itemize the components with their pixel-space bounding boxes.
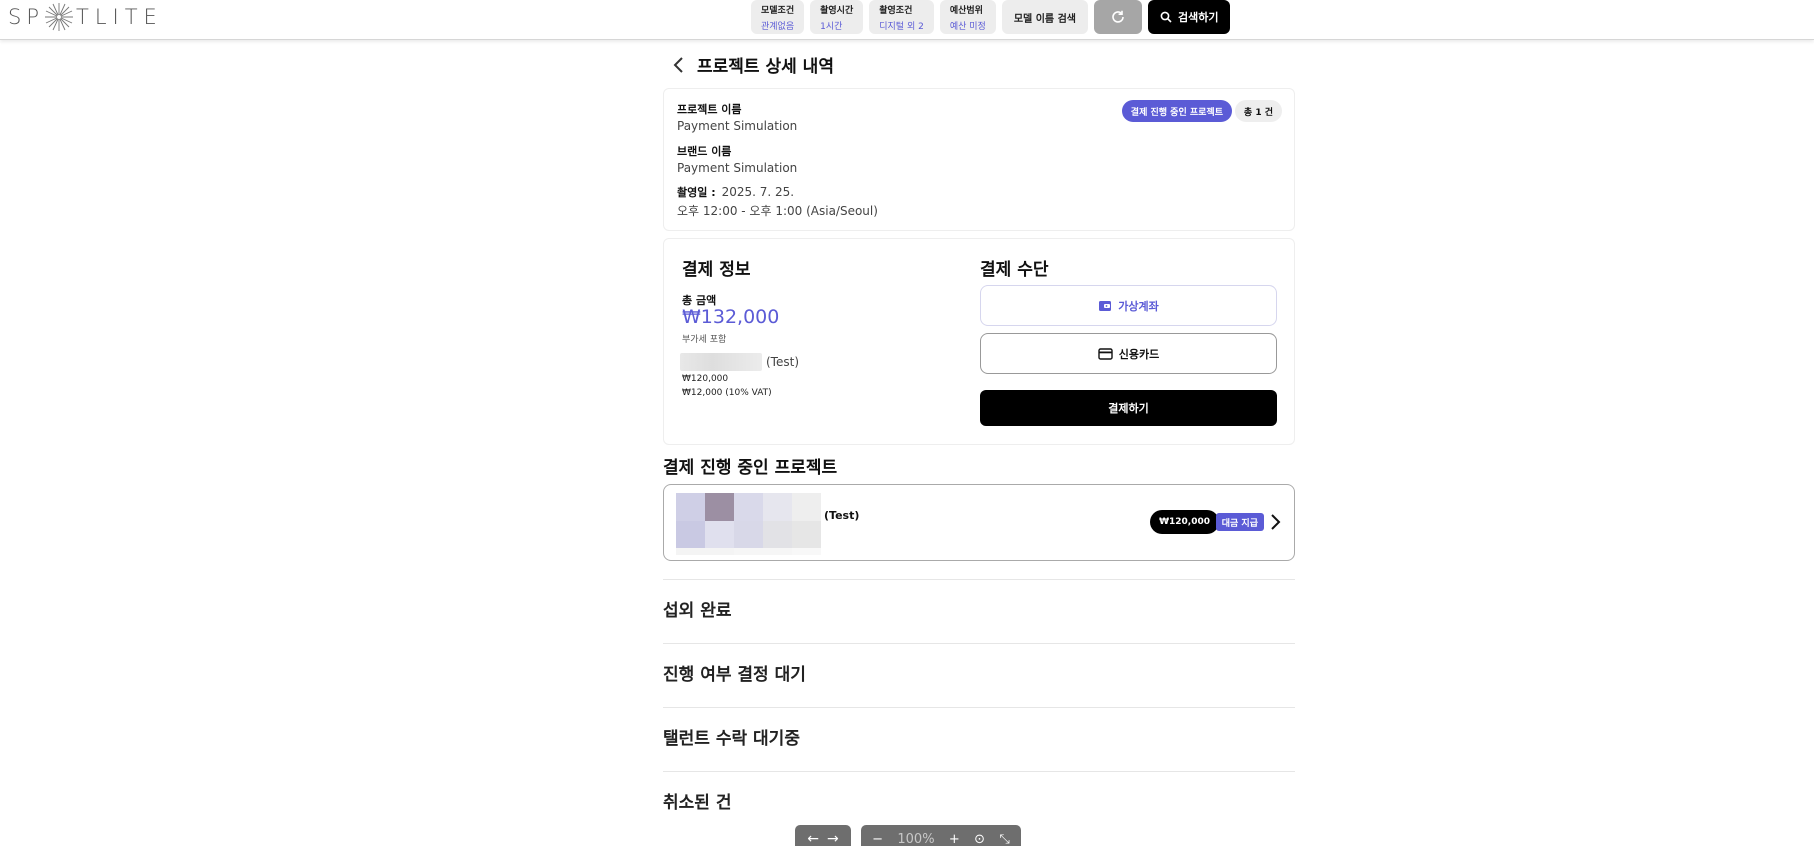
status-badge: 결제 진행 중인 프로젝트 — [1121, 100, 1232, 122]
section-label: 취소된 건 — [663, 793, 732, 813]
zoom-toolbar: − 100% + ⊙ ⤡ — [861, 825, 1021, 846]
brand-name: Payment Simulation — [677, 161, 798, 175]
in-progress-project-card[interactable]: (Test) ₩120,000 대금 지급 — [663, 484, 1295, 561]
search-icon — [1160, 11, 1172, 23]
item-price: ₩120,000 — [682, 374, 729, 384]
project-price-pill: ₩120,000 — [1150, 510, 1219, 534]
filter-value: 관계없음 — [761, 21, 795, 32]
payment-method-title: 결제 수단 — [980, 260, 1049, 280]
filter-value: 예산 미정 — [949, 21, 986, 32]
filter-budget[interactable]: 예산범위 예산 미정 — [939, 0, 996, 34]
shoot-date-row: 촬영일 : 2025. 7. 25. — [677, 184, 794, 200]
starburst-logo-icon — [45, 3, 73, 31]
search-button-label: 검색하기 — [1177, 11, 1219, 24]
vat-included-note: 부가세 포함 — [682, 335, 727, 345]
top-header: SP TLITE 모델조건 관계없음 촬영시간 1시간 촬영조건 디지털 외 2… — [0, 0, 1814, 40]
filter-shoot-time[interactable]: 촬영시간 1시간 — [810, 0, 864, 34]
payment-card: 결제 정보 총 금액 ₩132,000 부가세 포함 (Test) ₩120,0… — [663, 238, 1295, 445]
payment-status-tag: 대금 지급 — [1215, 513, 1264, 531]
filter-title: 촬영시간 — [820, 5, 854, 16]
item-vat: ₩12,000 (10% VAT) — [682, 388, 772, 398]
filter-title: 예산범위 — [949, 5, 983, 16]
filter-model-condition[interactable]: 모델조건 관계없음 — [751, 0, 805, 34]
zoom-level: 100% — [897, 831, 935, 846]
blurred-project-thumbnail — [676, 493, 821, 555]
count-badge: 총 1 건 — [1234, 100, 1282, 122]
total-amount: ₩132,000 — [682, 306, 780, 328]
section-awaiting-decision[interactable]: 진행 여부 결정 대기 — [663, 643, 1295, 707]
shoot-time: 오후 12:00 - 오후 1:00 (Asia/Seoul) — [677, 204, 878, 218]
forward-arrow-icon[interactable]: → — [827, 831, 839, 846]
section-label: 탤런트 수락 대기중 — [663, 729, 800, 749]
item-name-suffix: (Test) — [766, 355, 799, 369]
search-button[interactable]: 검색하기 — [1147, 0, 1231, 34]
history-nav-toolbar: ← → — [795, 825, 851, 846]
filter-title: 촬영조건 — [879, 5, 913, 16]
shoot-date: 2025. 7. 25. — [721, 185, 795, 199]
credit-card-icon — [1098, 347, 1113, 360]
filter-value: 1시간 — [820, 21, 843, 32]
filter-value: 디지털 외 2 — [879, 21, 924, 32]
pay-button[interactable]: 결제하기 — [980, 390, 1277, 426]
collapse-icon[interactable]: ⤡ — [999, 832, 1009, 846]
in-progress-section-title: 결제 진행 중인 프로젝트 — [663, 458, 838, 478]
zoom-out-icon[interactable]: − — [872, 832, 883, 846]
section-label: 진행 여부 결정 대기 — [663, 665, 806, 685]
filter-title: 모델조건 — [761, 5, 795, 16]
refresh-button[interactable] — [1093, 0, 1142, 34]
virtual-account-option[interactable]: 가상계좌 — [980, 285, 1277, 326]
spotlite-logo[interactable]: SP TLITE — [8, 2, 163, 32]
chevron-right-icon — [1271, 514, 1281, 530]
refresh-icon — [1112, 10, 1124, 23]
shoot-date-label: 촬영일 : — [677, 186, 716, 199]
back-arrow-icon[interactable] — [667, 53, 691, 77]
page-header: 프로젝트 상세 내역 — [663, 52, 834, 77]
payment-item-row: (Test) — [680, 353, 799, 371]
credit-card-option[interactable]: 신용카드 — [980, 333, 1277, 374]
project-name-label: 프로젝트 이름 — [677, 103, 742, 116]
section-label: 섭외 완료 — [663, 601, 732, 621]
blurred-item-name — [680, 353, 762, 371]
virtual-account-label: 가상계좌 — [1118, 299, 1159, 313]
credit-card-label: 신용카드 — [1118, 347, 1160, 361]
in-progress-project-name: (Test) — [824, 509, 860, 522]
payment-info-title: 결제 정보 — [682, 260, 751, 280]
model-name-search-button[interactable]: 모델 이름 검색 — [1001, 0, 1088, 34]
section-awaiting-talent[interactable]: 탤런트 수락 대기중 — [663, 707, 1295, 771]
filter-shoot-condition[interactable]: 촬영조건 디지털 외 2 — [869, 0, 934, 34]
logo-text-left: SP — [8, 5, 44, 29]
back-arrow-icon[interactable]: ← — [807, 831, 819, 846]
search-filter-bar: 모델조건 관계없음 촬영시간 1시간 촬영조건 디지털 외 2 예산범위 예산 … — [751, 0, 1231, 34]
download-icon[interactable]: ⊙ — [974, 832, 985, 846]
section-booking-complete[interactable]: 섭외 완료 — [663, 579, 1295, 643]
project-info-card: 프로젝트 이름 Payment Simulation 브랜드 이름 Paymen… — [663, 88, 1295, 231]
project-name: Payment Simulation — [677, 119, 798, 133]
page-title: 프로젝트 상세 내역 — [697, 57, 834, 77]
wallet-icon — [1099, 300, 1112, 311]
logo-text-right: TLITE — [76, 5, 163, 29]
brand-name-label: 브랜드 이름 — [677, 145, 732, 158]
zoom-in-icon[interactable]: + — [949, 832, 960, 846]
